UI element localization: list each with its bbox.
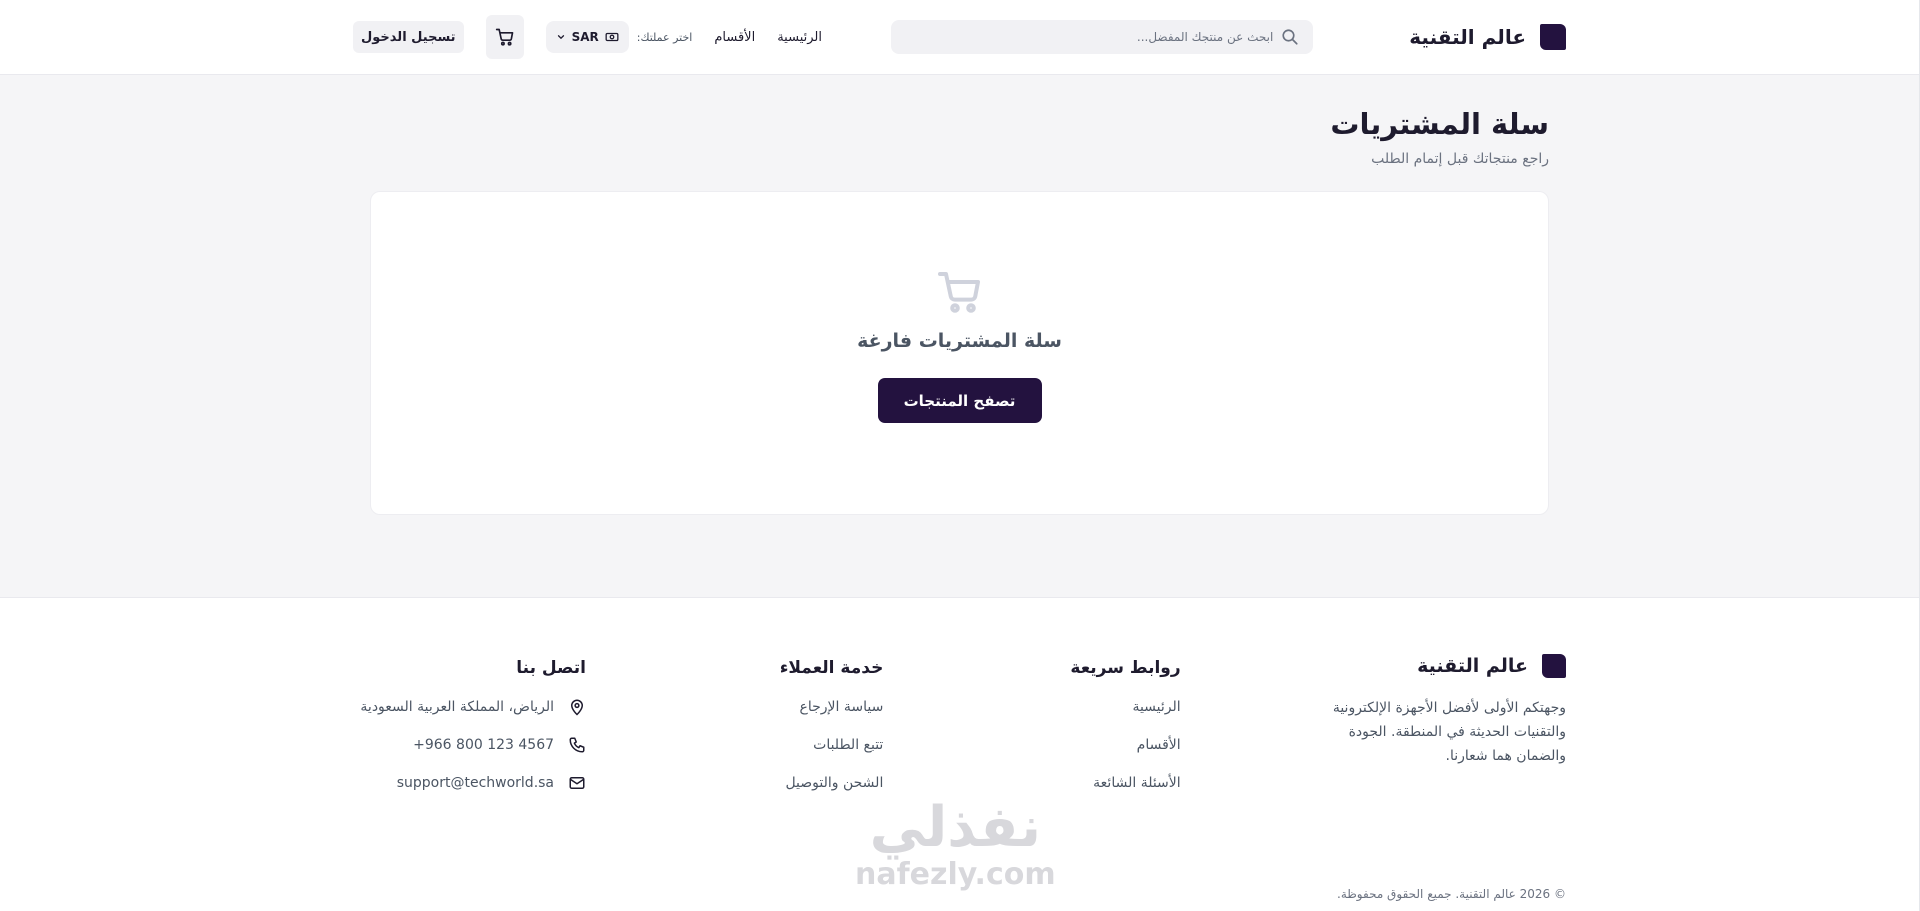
copyright-text: © 2026 عالم التقنية. جميع الحقوق محفوظة.: [1337, 887, 1566, 901]
footer-brand-mark-icon: [1542, 654, 1566, 678]
chevron-down-icon: [557, 35, 564, 40]
contact-heading: اتصل بنا: [516, 658, 587, 678]
currency-label: اختر عملتك:: [636, 30, 693, 44]
cart-icon: [495, 28, 513, 46]
contact-list: الرياض، المملكة العربية السعودية +966 80…: [353, 698, 586, 812]
cart-button[interactable]: [485, 15, 524, 59]
currency-value: SAR: [571, 30, 599, 44]
quick-link-categories[interactable]: الأقسام: [1031, 736, 1181, 774]
cart-page-main: سلة المشتريات راجع منتجاتك قبل إتمام الط…: [0, 75, 1919, 598]
header-right-group: عالم التقنية: [891, 20, 1566, 54]
currency-dropdown[interactable]: SAR: [545, 21, 629, 53]
empty-cart-title: سلة المشتريات فارغة: [857, 330, 1062, 352]
browse-products-button[interactable]: تصفح المنتجات: [877, 378, 1042, 423]
footer-quick-links: روابط سريعة الرئيسية الأقسام الأسئلة الش…: [1031, 654, 1181, 812]
quick-link-faq[interactable]: الأسئلة الشائعة: [1031, 774, 1181, 812]
brand-name: عالم التقنية: [1409, 25, 1526, 49]
footer-brand-name: عالم التقنية: [1417, 655, 1528, 677]
service-link-shipping[interactable]: الشحن والتوصيل: [733, 774, 883, 812]
contact-email: support@techworld.sa: [353, 774, 586, 812]
mail-icon: [569, 777, 585, 789]
service-link-returns[interactable]: سياسة الإرجاع: [733, 698, 884, 736]
empty-cart-card: سلة المشتريات فارغة تصفح المنتجات: [370, 191, 1549, 515]
page-title: سلة المشتريات: [1330, 107, 1549, 141]
service-link-tracking[interactable]: تتبع الطلبات: [733, 736, 883, 774]
quick-links-list: الرئيسية الأقسام الأسئلة الشائعة: [1031, 698, 1181, 812]
contact-phone: +966 800 123 4567: [353, 736, 586, 774]
site-header: عالم التقنية الرئيسية الأقسام اختر عملتك…: [0, 0, 1919, 75]
page-subtitle: راجع منتجاتك قبل إتمام الطلب: [1371, 151, 1549, 167]
page: عالم التقنية الرئيسية الأقسام اختر عملتك…: [0, 0, 1920, 911]
footer-brand: عالم التقنية: [1328, 654, 1566, 678]
site-footer: عالم التقنية وجهتكم الأولى لأفضل الأجهزة…: [0, 598, 1919, 911]
search-icon[interactable]: [1281, 28, 1299, 46]
contact-phone-text[interactable]: +966 800 123 4567: [413, 736, 554, 754]
brand-logo[interactable]: عالم التقنية: [1409, 24, 1566, 50]
customer-service-list: سياسة الإرجاع تتبع الطلبات الشحن والتوصي…: [733, 698, 883, 812]
contact-email-text[interactable]: support@techworld.sa: [397, 774, 554, 792]
footer-columns: عالم التقنية وجهتكم الأولى لأفضل الأجهزة…: [353, 654, 1566, 812]
customer-service-heading: خدمة العملاء: [779, 658, 884, 678]
footer-customer-service: خدمة العملاء سياسة الإرجاع تتبع الطلبات …: [733, 654, 884, 812]
contact-address-text: الرياض، المملكة العربية السعودية: [360, 699, 555, 715]
empty-cart-icon: [937, 272, 980, 313]
nav-item-categories[interactable]: الأقسام: [714, 30, 755, 45]
money-icon: [605, 32, 619, 42]
search-bar: [891, 20, 1314, 54]
search-input[interactable]: [905, 30, 1274, 44]
footer-contact: اتصل بنا الرياض، المملكة العربية السعودي…: [353, 654, 586, 812]
phone-icon: [569, 737, 585, 753]
header-left-group: الرئيسية الأقسام اختر عملتك: SAR تسجيل ا…: [353, 15, 822, 59]
brand-mark-icon: [1540, 24, 1566, 50]
contact-address: الرياض، المملكة العربية السعودية: [353, 698, 586, 736]
footer-brand-column: عالم التقنية وجهتكم الأولى لأفضل الأجهزة…: [1328, 654, 1566, 812]
page-header: سلة المشتريات راجع منتجاتك قبل إتمام الط…: [370, 107, 1549, 167]
footer-description: وجهتكم الأولى لأفضل الأجهزة الإلكترونية …: [1332, 700, 1566, 764]
currency-selector: اختر عملتك: SAR: [545, 21, 693, 53]
nav-item-home[interactable]: الرئيسية: [777, 30, 822, 45]
main-nav: الرئيسية الأقسام: [714, 30, 822, 45]
quick-link-home[interactable]: الرئيسية: [1031, 698, 1180, 736]
quick-links-heading: روابط سريعة: [1070, 658, 1181, 678]
login-button[interactable]: تسجيل الدخول: [353, 21, 464, 53]
location-pin-icon: [571, 699, 584, 716]
